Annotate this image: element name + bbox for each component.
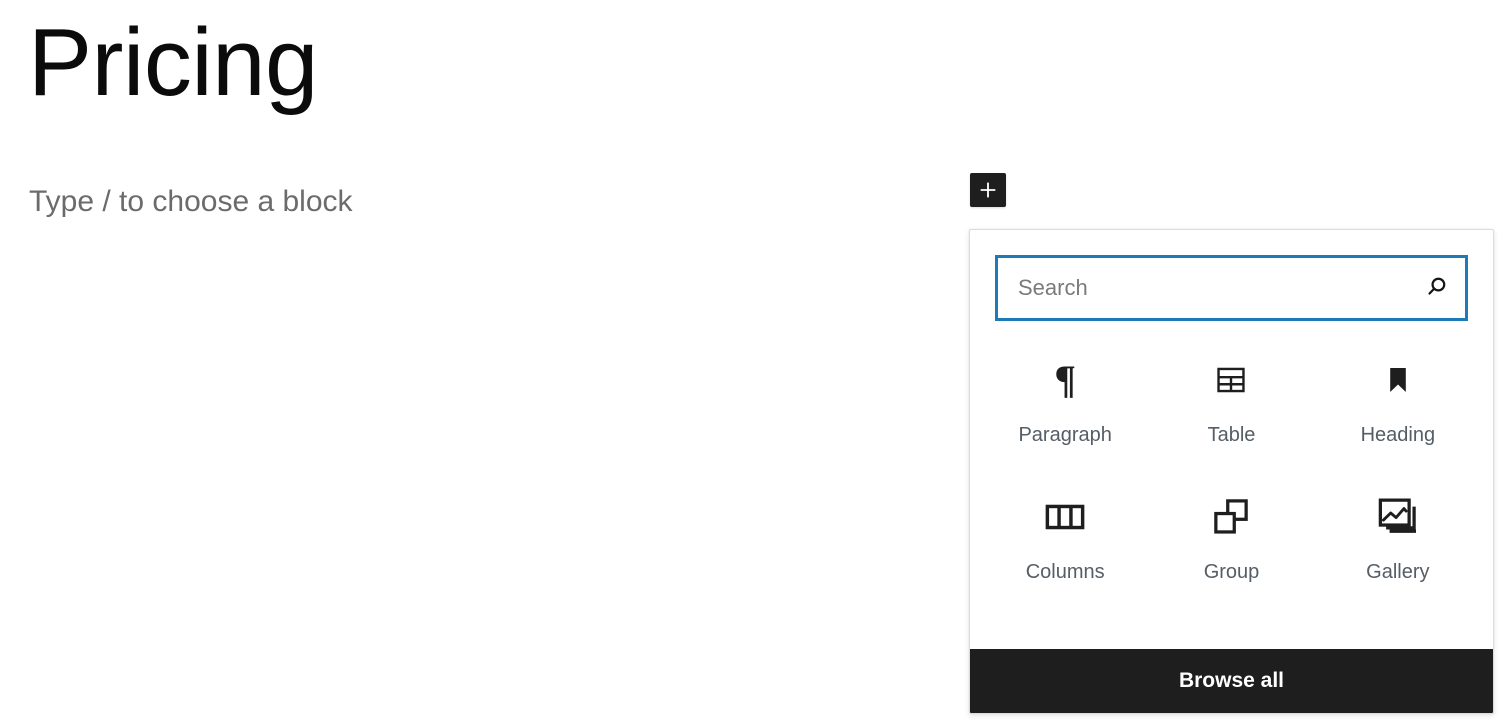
inserter-search-container: [970, 230, 1493, 321]
block-item-heading[interactable]: Heading: [1315, 343, 1481, 480]
search-icon: [1423, 273, 1451, 304]
block-inserter-popover: ¶ Paragraph Table: [969, 229, 1494, 714]
block-inserter-toggle-button[interactable]: [970, 173, 1006, 207]
block-item-group[interactable]: Group: [1148, 480, 1314, 617]
block-item-label: Heading: [1360, 424, 1436, 446]
search-field[interactable]: [995, 255, 1468, 321]
page-title[interactable]: Pricing: [28, 8, 318, 118]
block-item-label: Columns: [1025, 561, 1105, 583]
table-icon: [1208, 357, 1254, 403]
block-item-label: Group: [1203, 561, 1260, 583]
block-item-label: Gallery: [1366, 561, 1430, 583]
block-item-columns[interactable]: Columns: [982, 480, 1148, 617]
paragraph-icon: ¶: [1054, 357, 1076, 402]
gallery-icon: [1378, 498, 1416, 533]
browse-all-button[interactable]: Browse all: [970, 649, 1493, 713]
block-item-table[interactable]: Table: [1148, 343, 1314, 480]
group-icon: [1214, 499, 1249, 534]
heading-icon: [1375, 357, 1421, 403]
search-icon-button[interactable]: [1409, 258, 1465, 318]
block-item-paragraph[interactable]: ¶ Paragraph: [982, 343, 1148, 480]
plus-icon: [977, 179, 999, 201]
empty-block-prompt[interactable]: Type / to choose a block: [29, 181, 353, 223]
block-item-gallery[interactable]: Gallery: [1315, 480, 1481, 617]
block-item-label: Table: [1207, 424, 1256, 446]
editor-canvas: Pricing Type / to choose a block Search …: [0, 0, 1505, 727]
columns-icon: [1045, 504, 1085, 530]
block-item-label: Paragraph: [1018, 424, 1112, 446]
block-type-grid: ¶ Paragraph Table Heading Columns Group …: [970, 321, 1493, 649]
search-input[interactable]: [998, 258, 1409, 318]
